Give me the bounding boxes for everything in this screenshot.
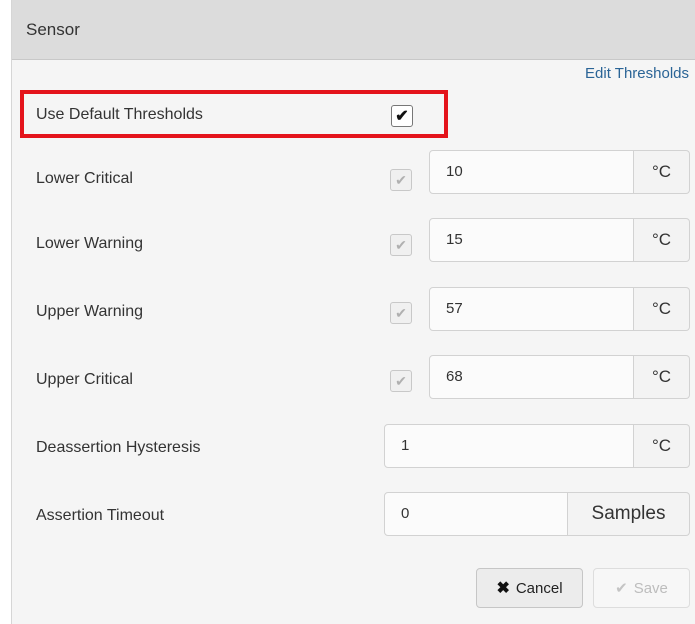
upper-warning-unit: °C	[634, 287, 690, 331]
upper-critical-unit: °C	[634, 355, 690, 399]
upper-warning-input[interactable]: 57	[429, 287, 634, 331]
lower-critical-label: Lower Critical	[36, 170, 133, 187]
panel-header: Sensor	[12, 0, 695, 60]
lower-warning-checkbox[interactable]: ✔	[390, 234, 412, 256]
assertion-timeout-input[interactable]: 0	[384, 492, 568, 536]
edit-thresholds-link[interactable]: Edit Thresholds	[585, 65, 689, 82]
check-icon: ✔	[615, 580, 628, 597]
lower-warning-unit: °C	[634, 218, 690, 262]
checkmark-icon: ✔	[395, 372, 407, 389]
lower-critical-unit: °C	[634, 150, 690, 194]
lower-warning-label: Lower Warning	[36, 235, 144, 252]
checkmark-icon: ✔	[395, 171, 407, 188]
checkmark-icon: ✔	[395, 304, 407, 321]
checkmark-icon: ✔	[395, 108, 409, 125]
cancel-button-label: Cancel	[515, 579, 563, 597]
upper-critical-checkbox[interactable]: ✔	[390, 370, 412, 392]
lower-critical-checkbox[interactable]: ✔	[390, 169, 412, 191]
upper-warning-label: Upper Warning	[36, 303, 144, 320]
lower-critical-input[interactable]: 10	[429, 150, 634, 194]
lower-warning-input[interactable]: 15	[429, 218, 634, 262]
sensor-panel: Sensor Edit Thresholds Use Default Thres…	[11, 0, 695, 624]
x-icon: ✖	[496, 580, 510, 597]
assertion-timeout-unit: Samples	[568, 492, 690, 536]
upper-critical-input[interactable]: 68	[429, 355, 634, 399]
panel-title: Sensor	[26, 20, 80, 39]
assertion-timeout-label: Assertion Timeout	[36, 507, 165, 524]
deassertion-hysteresis-unit: °C	[634, 424, 690, 468]
checkmark-icon: ✔	[395, 236, 407, 253]
use-default-thresholds-label: Use Default Thresholds	[36, 106, 203, 123]
upper-warning-checkbox[interactable]: ✔	[390, 302, 412, 324]
cancel-button[interactable]: ✖ Cancel	[476, 568, 583, 608]
save-button[interactable]: ✔ Save	[593, 568, 690, 608]
upper-critical-label: Upper Critical	[36, 371, 133, 388]
save-button-label: Save	[633, 579, 668, 597]
deassertion-hysteresis-input[interactable]: 1	[384, 424, 634, 468]
use-default-thresholds-checkbox[interactable]: ✔	[391, 105, 413, 127]
deassertion-hysteresis-label: Deassertion Hysteresis	[36, 439, 201, 456]
